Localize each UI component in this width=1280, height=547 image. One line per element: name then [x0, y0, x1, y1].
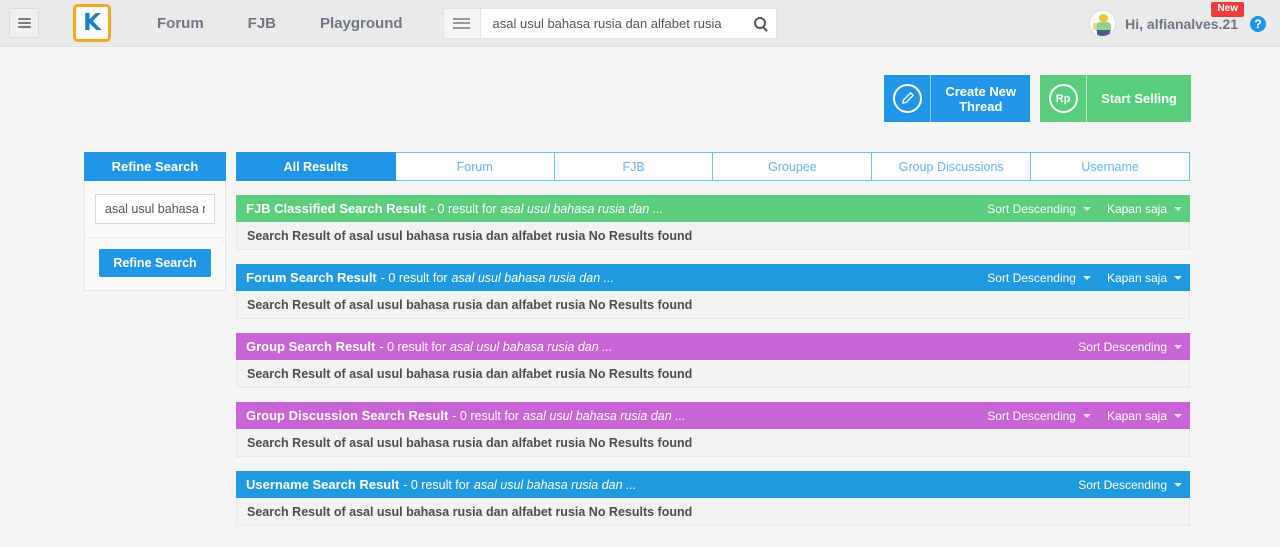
result-block: FJB Classified Search Result - 0 result f… — [236, 195, 1190, 250]
result-title: FJB Classified Search Result — [246, 201, 426, 216]
create-new-thread-button[interactable]: Create New Thread — [884, 75, 1031, 122]
result-tabs: All Results Forum FJB Groupee Group Discussi… — [236, 152, 1190, 181]
help-icon[interactable]: ? — [1250, 15, 1266, 32]
chevron-down-icon — [1174, 344, 1182, 349]
time-filter-label: Kapan saja — [1106, 270, 1167, 285]
tab-forum[interactable]: Forum — [395, 152, 555, 181]
result-block: Username Search Result - 0 result for asal… — [236, 471, 1190, 526]
sort-dropdown-label: Sort Descending — [987, 408, 1076, 423]
hamburger-icon — [17, 16, 31, 30]
time-filter-label: Kapan saja — [1106, 201, 1167, 216]
time-filter-label: Kapan saja — [1106, 408, 1167, 423]
chevron-down-icon — [1174, 482, 1182, 487]
results-column: All Results Forum FJB Groupee Group Discussi… — [236, 152, 1190, 526]
sort-dropdown-label: Sort Descending — [1078, 477, 1167, 492]
result-title: Username Search Result — [246, 477, 400, 492]
result-body: Search Result of asal usul bahasa rusia … — [236, 429, 1190, 457]
refine-search-header[interactable]: Refine Search — [84, 152, 226, 181]
time-filter-dropdown[interactable]: Kapan saja — [1107, 202, 1182, 216]
result-body: Search Result of asal usul bahasa rusia … — [236, 360, 1190, 388]
new-badge: New — [1211, 2, 1244, 17]
result-blocks: FJB Classified Search Result - 0 result f… — [236, 195, 1190, 526]
kaskus-logo[interactable]: K — [73, 4, 111, 42]
sort-dropdown[interactable]: Sort Descending — [1078, 340, 1182, 354]
result-block: Forum Search Result - 0 result for asal us… — [236, 264, 1190, 319]
result-query-text: asal usul bahasa rusia dan ... — [473, 477, 637, 492]
tab-fjb[interactable]: FJB — [554, 152, 714, 181]
user-greeting[interactable]: Hi, alfianalves.21 — [1125, 16, 1238, 32]
chevron-down-icon — [1082, 413, 1091, 418]
avatar[interactable] — [1089, 10, 1117, 37]
tab-group-discussions[interactable]: Group Discussions — [872, 152, 1032, 181]
user-area: Hi, alfianalves.21 New ? — [1089, 0, 1266, 47]
result-count-label: - 0 result for — [403, 477, 470, 492]
global-search — [442, 7, 777, 39]
logo-text: K — [83, 9, 101, 36]
main-menu-icon[interactable] — [9, 8, 39, 38]
result-count-label: - 0 result for — [380, 270, 448, 285]
result-query-text: asal usul bahasa rusia dan ... — [500, 201, 664, 216]
result-body: Search Result of asal usul bahasa rusia … — [236, 222, 1190, 250]
primary-nav: Forum FJB Playground — [135, 15, 425, 32]
result-title: Group Discussion Search Result — [246, 408, 449, 423]
nav-link-fjb[interactable]: FJB — [226, 15, 298, 32]
search-field — [479, 7, 777, 39]
rupiah-icon: Rp — [1040, 75, 1088, 122]
refine-button-row: Refine Search — [85, 238, 225, 290]
search-category-icon[interactable] — [442, 7, 480, 39]
result-header: Group Discussion Search Result - 0 result… — [236, 402, 1190, 429]
result-count-label: - 0 result for — [379, 339, 446, 354]
refine-search-input[interactable] — [95, 194, 215, 224]
result-query-text: asal usul bahasa rusia dan ... — [522, 408, 686, 423]
tab-groupee[interactable]: Groupee — [713, 152, 873, 181]
action-buttons: Create New Thread Rp Start Selling — [884, 75, 1191, 122]
time-filter-dropdown[interactable]: Kapan saja — [1107, 271, 1182, 285]
nav-link-playground[interactable]: Playground — [298, 15, 425, 32]
sort-dropdown[interactable]: Sort Descending — [1078, 478, 1182, 492]
time-filter-dropdown[interactable]: Kapan saja — [1107, 409, 1182, 423]
create-new-thread-label: Create New Thread — [945, 83, 1017, 114]
chevron-down-icon — [1082, 206, 1091, 211]
tab-all-results[interactable]: All Results — [236, 152, 396, 181]
result-title: Forum Search Result — [246, 270, 377, 285]
refine-search-panel: Refine Search Refine Search — [84, 152, 226, 291]
sort-dropdown-label: Sort Descending — [987, 201, 1076, 216]
result-header: FJB Classified Search Result - 0 result f… — [236, 195, 1190, 222]
nav-link-forum[interactable]: Forum — [135, 15, 226, 32]
start-selling-button[interactable]: Rp Start Selling — [1040, 75, 1191, 122]
result-query-text: asal usul bahasa rusia dan ... — [450, 339, 613, 354]
tab-username[interactable]: Username — [1031, 152, 1190, 181]
result-title: Group Search Result — [246, 339, 376, 354]
chevron-down-icon — [1174, 275, 1182, 280]
search-input[interactable] — [492, 15, 748, 31]
refine-search-button[interactable]: Refine Search — [99, 249, 211, 277]
sort-dropdown[interactable]: Sort Descending — [987, 409, 1091, 423]
result-count-label: - 0 result for — [429, 201, 497, 216]
refine-search-body: Refine Search — [84, 181, 226, 291]
sort-dropdown-label: Sort Descending — [1078, 339, 1167, 354]
result-header: Group Search Result - 0 result for asal us… — [236, 333, 1190, 360]
result-count-label: - 0 result for — [452, 408, 519, 423]
result-header: Username Search Result - 0 result for asal… — [236, 471, 1190, 498]
refine-input-row — [85, 181, 225, 238]
sort-dropdown[interactable]: Sort Descending — [987, 271, 1091, 285]
chevron-down-icon — [1174, 206, 1182, 211]
search-icon[interactable] — [753, 17, 766, 29]
pencil-icon — [884, 75, 932, 122]
chevron-down-icon — [1174, 413, 1182, 418]
result-block: Group Search Result - 0 result for asal us… — [236, 333, 1190, 388]
result-body: Search Result of asal usul bahasa rusia … — [236, 291, 1190, 319]
result-body: Search Result of asal usul bahasa rusia … — [236, 498, 1190, 526]
result-query-text: asal usul bahasa rusia dan ... — [451, 270, 615, 285]
result-block: Group Discussion Search Result - 0 result… — [236, 402, 1190, 457]
top-navigation-bar: K Forum FJB Playground Hi, alfianalves.2… — [0, 0, 1280, 47]
result-header: Forum Search Result - 0 result for asal us… — [236, 264, 1190, 291]
sort-dropdown[interactable]: Sort Descending — [987, 202, 1091, 216]
chevron-down-icon — [1082, 275, 1091, 280]
sort-dropdown-label: Sort Descending — [987, 270, 1076, 285]
start-selling-label: Start Selling — [1101, 91, 1177, 106]
